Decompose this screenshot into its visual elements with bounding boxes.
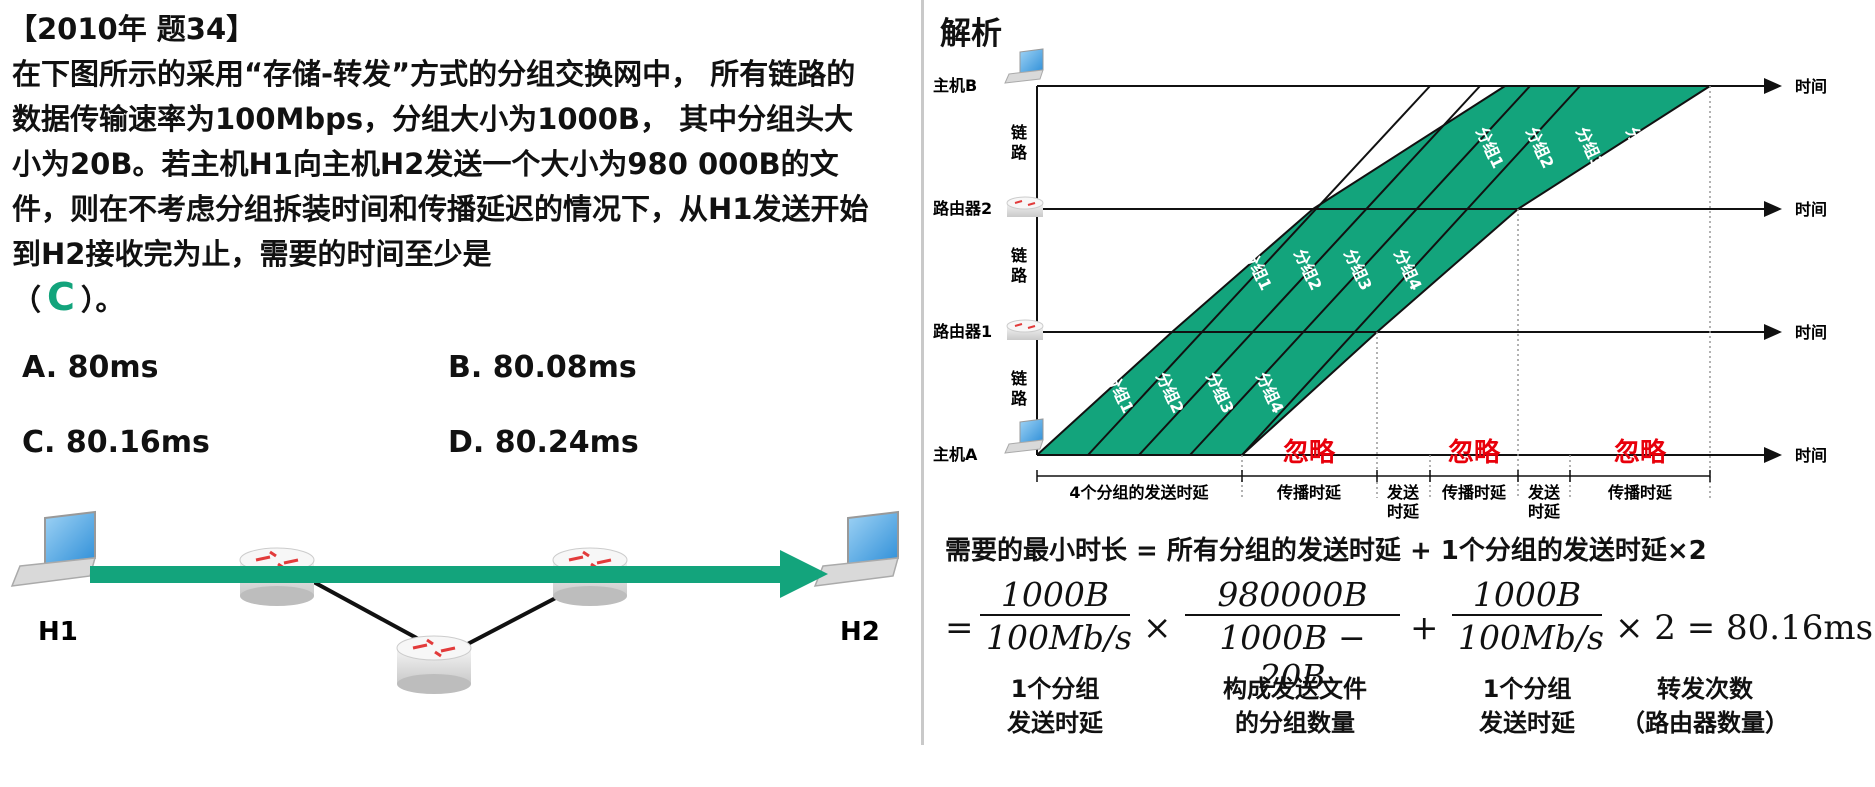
router-icon [396,635,472,694]
answer-open-paren: （ [12,283,42,317]
router-icon [1006,196,1044,217]
link-label: 路 [1011,266,1028,285]
answer-line: （C）。 [12,275,124,319]
answer-letter: C [47,275,75,319]
arrow-head [780,550,828,598]
interval-send: 发送 [1527,483,1561,502]
router-icon [1006,319,1044,340]
fraction-numerator: 1000B [1000,575,1110,614]
summary-equation: 需要的最小时长 = 所有分组的发送时延 + 1个分组的发送时延×2 [945,536,1707,566]
link-label: 路 [1011,389,1028,408]
time-label: 时间 [1795,323,1827,342]
time-label: 时间 [1795,446,1827,465]
link-label: 链 [1011,246,1028,265]
ignore-label: 忽略 [1448,437,1501,468]
laptop-icon [10,510,97,587]
panel-divider [921,0,924,745]
caption-send-delay: 1个分组 发送时延 [980,672,1130,740]
caption-line: 构成发送文件 [1223,675,1367,703]
option-b: B. 80.08ms [448,350,637,385]
ignore-label: 忽略 [1283,437,1336,468]
caption-line: 转发次数 [1657,675,1753,703]
fraction-numerator: 1000B [1472,575,1582,614]
interval-prop: 传播时延 [1607,483,1673,502]
band-link2 [1172,209,1518,332]
node-router1: 路由器1 [933,322,992,341]
formula-times: × [1143,608,1172,648]
fraction-denominator: 100Mb/s [1452,614,1604,657]
interval-prop: 传播时延 [1276,483,1342,502]
caption-line: （路由器数量） [1621,709,1789,737]
timing-diagram: 4个分组的发送时延 传播时延 发送 时延 传播时延 发送 时延 传播时延 忽略 … [933,48,1827,521]
fraction-send-delay: 1000B 100Mb/s [1452,575,1604,657]
link-label: 链 [1011,369,1028,388]
fraction-denominator: 100Mb/s [980,614,1132,657]
packet-label: 分组4 [1622,124,1657,171]
time-label: 时间 [1795,200,1827,219]
laptop-icon [813,510,900,587]
ignore-label: 忽略 [1614,437,1667,468]
formula-plus: + [1410,608,1439,648]
h1-label: H1 [38,617,78,647]
interval-send: 时延 [1528,502,1561,521]
option-a: A. 80ms [22,350,159,385]
transfer-arrow [90,566,790,583]
option-d: D. 80.24ms [448,425,639,460]
formula-result: × 2 = 80.16ms [1615,608,1874,648]
interval-send: 时延 [1387,502,1420,521]
caption-line: 发送时延 [1479,709,1575,737]
laptop-icon [1004,48,1044,84]
interval-prop: 传播时延 [1441,483,1507,502]
caption-send-delay: 1个分组 发送时延 [1452,672,1602,740]
link-label: 路 [1011,143,1028,162]
caption-forward-count: 转发次数 （路由器数量） [1615,672,1795,740]
fraction-send-delay: 1000B 100Mb/s [980,575,1132,657]
interval-send4: 4个分组的发送时延 [1069,483,1209,502]
node-host-a: 主机A [933,445,978,464]
caption-line: 1个分组 [1010,675,1100,703]
answer-close-paren: ）。 [80,283,125,317]
network-diagram: H1 H2 [10,510,900,694]
question-header: 【2010年 题34】 [8,12,256,46]
node-router2: 路由器2 [933,199,992,218]
caption-line: 1个分组 [1482,675,1572,703]
node-host-b: 主机B [933,76,977,95]
option-c: C. 80.16ms [22,425,210,460]
caption-line: 的分组数量 [1235,709,1355,737]
caption-packet-count: 构成发送文件 的分组数量 [1200,672,1390,740]
caption-line: 发送时延 [1007,709,1103,737]
interval-send: 发送 [1386,483,1420,502]
formula-equals: = [945,608,974,648]
fraction-numerator: 980000B [1217,575,1368,614]
time-label: 时间 [1795,77,1827,96]
link-label: 链 [1011,123,1028,142]
h2-label: H2 [840,617,880,647]
laptop-icon [1004,418,1044,454]
question-text: 在下图所示的采用“存储-转发”方式的分组交换网中， 所有链路的数据传输速率为10… [12,57,869,271]
